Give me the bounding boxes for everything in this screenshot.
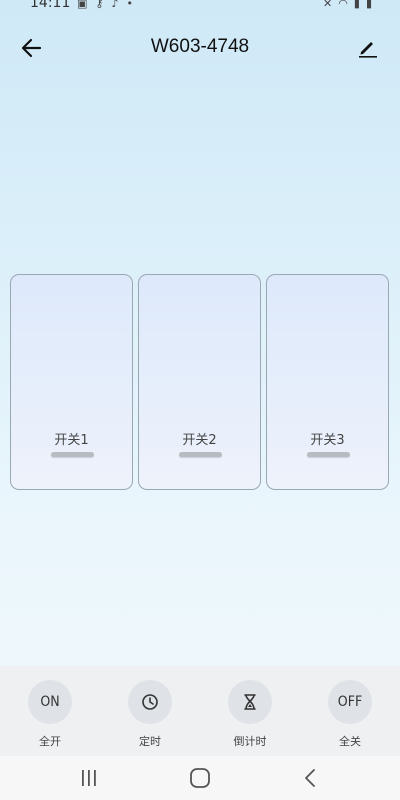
switch-indicator xyxy=(179,452,222,457)
switch-label: 开关1 xyxy=(54,433,89,448)
all-on-label: 全开 xyxy=(39,735,61,748)
timer-button[interactable]: 定时 xyxy=(110,680,190,749)
switch-1[interactable]: 开关1 xyxy=(10,274,133,490)
signal-icon: ▮ xyxy=(353,0,360,10)
switch-2[interactable]: 开关2 xyxy=(138,274,261,490)
all-on-button[interactable]: ON 全开 xyxy=(10,680,90,749)
recent-apps-button[interactable] xyxy=(76,766,106,790)
clock-icon xyxy=(128,680,172,724)
wifi-icon: ◠ xyxy=(338,0,348,10)
page-title: W603-4748 xyxy=(150,36,250,57)
all-off-button[interactable]: OFF 全关 xyxy=(310,680,390,749)
system-nav-bar xyxy=(0,756,400,800)
edit-button[interactable] xyxy=(356,35,380,59)
home-button[interactable] xyxy=(186,766,216,790)
status-time: 14:11 xyxy=(30,0,71,11)
countdown-label: 倒计时 xyxy=(233,735,267,748)
pencil-icon xyxy=(359,42,377,58)
hourglass-icon xyxy=(228,680,272,724)
switch-label: 开关2 xyxy=(182,433,217,448)
system-back-button[interactable] xyxy=(298,766,328,790)
dot-icon: • xyxy=(126,0,134,10)
gallery-icon: ▣ xyxy=(77,0,88,10)
all-off-label: 全关 xyxy=(339,735,361,748)
countdown-button[interactable]: 倒计时 xyxy=(210,680,290,749)
back-icon xyxy=(305,769,315,787)
switch-label: 开关3 xyxy=(310,433,345,448)
switch-indicator xyxy=(51,452,94,457)
top-bar: W603-4748 xyxy=(0,26,400,70)
switch-indicator xyxy=(307,452,350,457)
switch-3[interactable]: 开关3 xyxy=(266,274,389,490)
on-icon: ON xyxy=(28,680,72,724)
key-icon: ⚷ xyxy=(95,0,104,10)
timer-label: 定时 xyxy=(139,735,161,748)
status-right-icons: ✕ ◠ ▮ ▮ xyxy=(323,0,372,10)
status-left-icons: ▣ ⚷ ♪ • xyxy=(77,0,133,10)
mute-icon: ✕ xyxy=(323,0,333,10)
battery-icon: ▮ xyxy=(365,0,372,10)
switch-panel: 开关1 开关2 开关3 xyxy=(10,274,390,490)
device-screen: 14:11 ▣ ⚷ ♪ • ✕ ◠ ▮ ▮ W603-4748 开关1 开关2 … xyxy=(0,0,400,800)
status-bar: 14:11 ▣ ⚷ ♪ • ✕ ◠ ▮ ▮ xyxy=(0,0,400,12)
action-bar: ON 全开 定时 倒计时 OFF 全关 xyxy=(0,666,400,756)
off-icon: OFF xyxy=(328,680,372,724)
bell-icon: ♪ xyxy=(111,0,119,10)
home-icon xyxy=(190,768,210,788)
recent-apps-icon xyxy=(82,770,96,786)
